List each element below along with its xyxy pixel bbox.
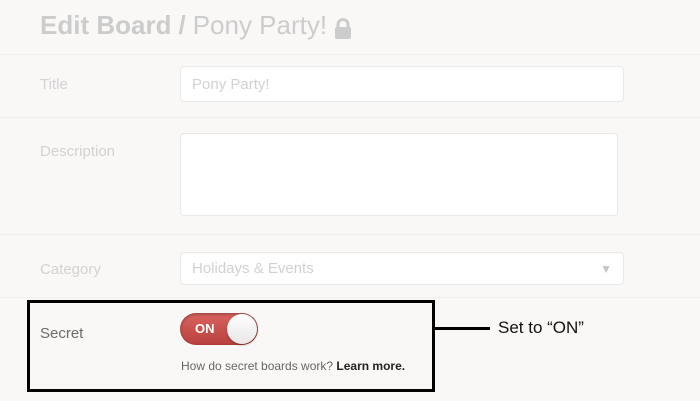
toggle-state-label: ON xyxy=(195,321,215,336)
title-input[interactable]: Pony Party! xyxy=(180,66,624,102)
board-name: Pony Party! xyxy=(192,10,328,40)
category-selected-value: Holidays & Events xyxy=(192,260,314,277)
description-label: Description xyxy=(40,143,116,160)
toggle-knob[interactable] xyxy=(227,314,257,344)
page-title: Edit Board / Pony Party! xyxy=(40,10,352,41)
row-divider xyxy=(0,234,700,235)
title-input-value: Pony Party! xyxy=(192,75,270,93)
secret-toggle[interactable]: ON xyxy=(180,313,258,345)
lock-icon xyxy=(334,16,352,39)
row-divider xyxy=(0,117,700,118)
annotation-callout-line xyxy=(435,327,490,330)
edit-board-heading: Edit Board xyxy=(40,10,172,40)
learn-more-link[interactable]: Learn more. xyxy=(336,359,405,373)
title-separator: / xyxy=(178,10,186,40)
category-label: Category xyxy=(40,261,101,278)
secret-label: Secret xyxy=(40,325,84,342)
title-label: Title xyxy=(40,76,68,93)
category-select[interactable]: Holidays & Events ▼ xyxy=(180,252,624,285)
annotation-callout-text: Set to “ON” xyxy=(498,318,584,337)
description-textarea[interactable] xyxy=(180,133,618,216)
secret-help-text: How do secret boards work? Learn more. xyxy=(181,359,405,373)
header-divider xyxy=(0,54,700,55)
chevron-down-icon: ▼ xyxy=(600,261,612,276)
row-divider xyxy=(0,297,700,298)
help-question: How do secret boards work? xyxy=(181,359,334,373)
